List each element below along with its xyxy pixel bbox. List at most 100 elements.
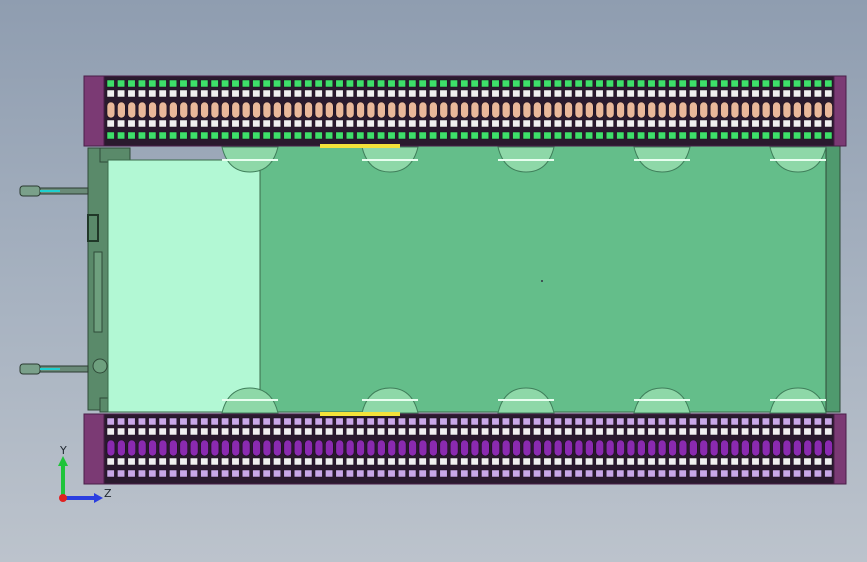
track-link — [345, 417, 354, 426]
track-link — [137, 469, 146, 478]
track-link — [335, 469, 344, 478]
track-link — [252, 427, 261, 436]
track-link — [293, 417, 302, 426]
track-link — [377, 101, 386, 119]
track-link — [678, 469, 687, 478]
track-link — [366, 439, 376, 457]
track-link — [241, 457, 250, 466]
track-link — [439, 79, 448, 88]
track-link — [169, 119, 178, 128]
track-link — [418, 457, 427, 466]
track-assembly-bottom[interactable] — [83, 412, 847, 485]
track-link — [741, 417, 750, 426]
track-link — [200, 101, 209, 119]
track-link — [751, 469, 760, 478]
track-link — [137, 439, 147, 457]
track-link — [824, 101, 833, 119]
track-link — [689, 119, 698, 128]
track-link — [210, 417, 219, 426]
track-link — [356, 119, 365, 128]
track-link — [564, 101, 573, 119]
track-link — [637, 417, 646, 426]
track-link — [408, 101, 417, 119]
track-link — [605, 89, 614, 98]
track-link — [179, 131, 188, 140]
track-link — [678, 439, 688, 457]
track-link — [117, 457, 126, 466]
track-link — [314, 457, 323, 466]
track-link — [720, 469, 729, 478]
rear-slot — [93, 251, 103, 333]
track-link — [553, 89, 562, 98]
track-link — [574, 119, 583, 128]
track-link — [179, 457, 188, 466]
track-link — [803, 457, 812, 466]
track-link — [470, 89, 479, 98]
track-link — [210, 119, 219, 128]
track-link — [720, 457, 729, 466]
track-link — [553, 469, 562, 478]
x-axis-dot — [59, 494, 67, 502]
track-link — [813, 89, 822, 98]
track-link — [501, 131, 510, 140]
track-link — [200, 417, 209, 426]
track-link — [637, 79, 646, 88]
tracked-vehicle-model[interactable] — [19, 75, 847, 485]
track-link — [470, 457, 479, 466]
track-link — [241, 89, 250, 98]
track-link — [283, 427, 292, 436]
track-link — [273, 79, 282, 88]
track-link — [127, 89, 136, 98]
track-link — [626, 119, 635, 128]
track-link — [304, 427, 313, 436]
track-link — [200, 89, 209, 98]
track-link — [148, 89, 157, 98]
track-link — [824, 119, 833, 128]
track-link — [595, 427, 604, 436]
track-link — [730, 427, 739, 436]
track-assembly-top[interactable] — [83, 75, 847, 148]
track-link — [585, 119, 594, 128]
track-link — [657, 131, 666, 140]
track-link — [345, 457, 354, 466]
track-link — [189, 131, 198, 140]
track-link — [127, 417, 136, 426]
hull-light-panel — [107, 159, 261, 413]
track-link — [470, 439, 480, 457]
track-link — [793, 469, 802, 478]
track-link — [106, 457, 115, 466]
track-link — [761, 89, 770, 98]
track-link — [689, 427, 698, 436]
track-link — [148, 101, 157, 119]
track-link — [377, 119, 386, 128]
track-link — [397, 427, 406, 436]
cad-viewport[interactable]: Y Z — [0, 0, 867, 562]
track-link — [616, 89, 625, 98]
track-link — [678, 427, 687, 436]
track-link — [429, 89, 438, 98]
track-link — [304, 439, 313, 457]
track-link — [252, 79, 261, 88]
track-link — [252, 417, 261, 426]
track-link — [283, 79, 292, 88]
track-end-cap — [833, 413, 847, 485]
track-link — [345, 79, 354, 88]
track-link — [657, 79, 666, 88]
track-link — [397, 457, 406, 466]
track-link — [148, 469, 157, 478]
track-end-cap — [833, 75, 847, 147]
track-link — [585, 439, 594, 457]
track-link — [626, 427, 635, 436]
track-link — [501, 469, 510, 478]
track-link — [637, 457, 646, 466]
track-link — [709, 101, 719, 119]
track-link — [439, 417, 448, 426]
track-link — [543, 119, 552, 128]
track-link — [366, 79, 375, 88]
track-link — [501, 417, 510, 426]
track-link — [262, 89, 271, 98]
track-link — [574, 79, 583, 88]
track-link — [709, 89, 718, 98]
track-link — [470, 119, 479, 128]
track-link — [418, 439, 428, 457]
